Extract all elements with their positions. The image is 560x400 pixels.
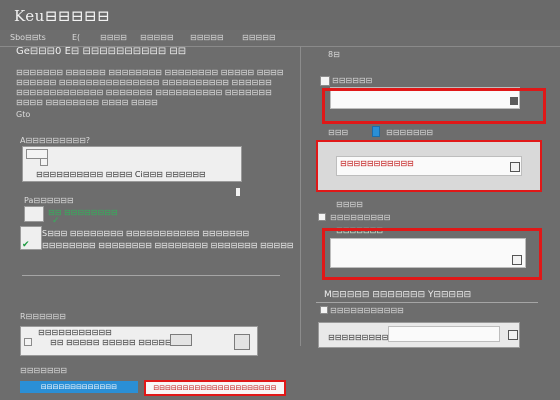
right-label-2b: ⊟⊟⊟⊟⊟⊟⊟: [386, 128, 433, 137]
highlight-frame-3: [322, 228, 542, 280]
section2-image-box: [24, 206, 44, 222]
selected-check-icon: ✔: [22, 240, 30, 250]
right-checkbox-3[interactable]: [318, 213, 326, 221]
section3-dropdown-button[interactable]: [234, 334, 250, 350]
tab-6[interactable]: ⊟⊟⊟⊟⊟: [242, 33, 276, 42]
column-divider: [300, 46, 301, 346]
para-line-4: ⊟⊟⊟⊟ ⊟⊟⊟⊟⊟⊟⊟⊟ ⊟⊟⊟⊟ ⊟⊟⊟⊟: [16, 98, 158, 107]
check-icon: ✓: [52, 216, 60, 226]
section1-label: A⊟⊟⊟⊟⊟⊟⊟⊟⊟?: [20, 136, 91, 145]
right-checkbox-4a[interactable]: [320, 306, 328, 314]
dropdown-icon-4[interactable]: [508, 330, 518, 340]
scroll-handle[interactable]: [236, 188, 240, 196]
section3-toggle-button[interactable]: [170, 334, 192, 346]
section3-checkbox[interactable]: [24, 338, 32, 346]
section1-row-text: ⊟⊟⊟⊟⊟⊟⊟⊟⊟⊟ ⊟⊟⊟⊟ Ci⊟⊟⊟ ⊟⊟⊟⊟⊟⊟: [36, 170, 206, 179]
para-line-1: ⊟⊟⊟⊟⊟⊟⊟ ⊟⊟⊟⊟⊟⊟ ⊟⊟⊟⊟⊟⊟⊟⊟ ⊟⊟⊟⊟⊟⊟⊟⊟ ⊟⊟⊟⊟⊟ ⊟…: [16, 68, 284, 77]
right-label-2: ⊟⊟⊟: [328, 128, 349, 137]
tab-1[interactable]: Sbo⊟⊟ts: [10, 33, 46, 42]
dropdown-icon-1[interactable]: [510, 97, 518, 105]
tab-2[interactable]: E(: [72, 33, 80, 42]
section2-option-2[interactable]: S⊟⊟⊟ ⊟⊟⊟⊟⊟⊟⊟⊟ ⊟⊟⊟⊟⊟⊟⊟⊟⊟⊟⊟ ⊟⊟⊟⊟⊟⊟⊟: [42, 229, 249, 238]
dropdown-icon-3[interactable]: [512, 255, 522, 265]
divider: [22, 275, 280, 276]
section3-row-text: ⊟⊟ ⊟⊟⊟⊟⊟ ⊟⊟⊟⊟⊟ ⊟⊟⊟⊟⊟: [50, 338, 172, 347]
section3-label: R⊟⊟⊟⊟⊟⊟: [20, 312, 66, 321]
right-divider: [316, 302, 538, 303]
para-line-2: ⊟⊟⊟⊟⊟⊟ ⊟⊟⊟⊟⊟⊟⊟⊟⊟⊟⊟⊟⊟⊟⊟ ⊟⊟⊟⊟⊟⊟⊟⊟⊟⊟ ⊟⊟⊟⊟⊟⊟: [16, 78, 272, 87]
right-label-1: 8⊟: [328, 50, 340, 59]
section2-label: Pa⊟⊟⊟⊟⊟⊟: [24, 196, 74, 205]
section3-row-title: ⊟⊟⊟⊟⊟⊟⊟⊟⊟⊟⊟: [38, 328, 112, 337]
right-box-2-text: ⊟⊟⊟⊟⊟⊟⊟⊟⊟⊟⊟: [340, 159, 414, 168]
right-input-4[interactable]: [388, 326, 500, 342]
description-paragraph: ⊟⊟⊟⊟⊟⊟⊟ ⊟⊟⊟⊟⊟⊟ ⊟⊟⊟⊟⊟⊟⊟⊟ ⊟⊟⊟⊟⊟⊟⊟⊟ ⊟⊟⊟⊟⊟ ⊟…: [16, 68, 286, 108]
tab-bar: [0, 30, 560, 47]
red-action-button[interactable]: ⊟⊟⊟⊟⊟⊟⊟⊟⊟⊟⊟⊟⊟⊟⊟⊟⊟⊟⊟⊟⊟: [144, 380, 286, 396]
right-heading-4: M⊟⊟⊟⊟⊟ ⊟⊟⊟⊟⊟⊟⊟ Y⊟⊟⊟⊟⊟: [324, 290, 472, 300]
right-row-4a: ⊟⊟⊟⊟⊟⊟⊟⊟⊟⊟⊟: [330, 306, 404, 315]
para-label: Gto: [16, 110, 31, 119]
info-icon: [372, 126, 380, 137]
app-title: Keu⊟⊟⊟⊟⊟: [14, 7, 111, 25]
right-label-3b: ⊟⊟⊟⊟⊟⊟⊟⊟⊟: [330, 213, 391, 222]
section2-option-3[interactable]: ⊟⊟⊟⊟⊟⊟⊟⊟ ⊟⊟⊟⊟⊟⊟⊟⊟ ⊟⊟⊟⊟⊟⊟⊟⊟ ⊟⊟⊟⊟⊟⊟⊟ ⊟⊟⊟⊟⊟: [42, 241, 293, 250]
blue-action-button[interactable]: ⊟⊟⊟⊟⊟⊟⊟⊟⊟⊟⊟⊟⊟: [20, 381, 138, 393]
para-line-3: ⊟⊟⊟⊟⊟⊟⊟⊟⊟⊟⊟⊟⊟ ⊟⊟⊟⊟⊟⊟⊟ ⊟⊟⊟⊟⊟⊟⊟⊟⊟⊟ ⊟⊟⊟⊟⊟⊟⊟: [16, 88, 272, 97]
tab-3[interactable]: ⊟⊟⊟⊟: [100, 33, 127, 42]
tab-4[interactable]: ⊟⊟⊟⊟⊟: [140, 33, 174, 42]
dropdown-icon-2[interactable]: [510, 162, 520, 172]
tab-5[interactable]: ⊟⊟⊟⊟⊟: [190, 33, 224, 42]
right-label-1b: ⊟⊟⊟⊟⊟⊟: [332, 76, 373, 85]
section1-checkbox[interactable]: [40, 158, 48, 166]
highlight-frame-1: [322, 88, 546, 124]
bottom-label: ⊟⊟⊟⊟⊟⊟⊟: [20, 366, 67, 375]
right-label-3: ⊟⊟⊟⊟: [336, 200, 363, 209]
right-checkbox-1[interactable]: [320, 76, 330, 86]
left-heading: Ge⊟⊟⊟0 E⊟ ⊟⊟⊟⊟⊟⊟⊟⊟⊟⊟ ⊟⊟: [16, 46, 187, 57]
